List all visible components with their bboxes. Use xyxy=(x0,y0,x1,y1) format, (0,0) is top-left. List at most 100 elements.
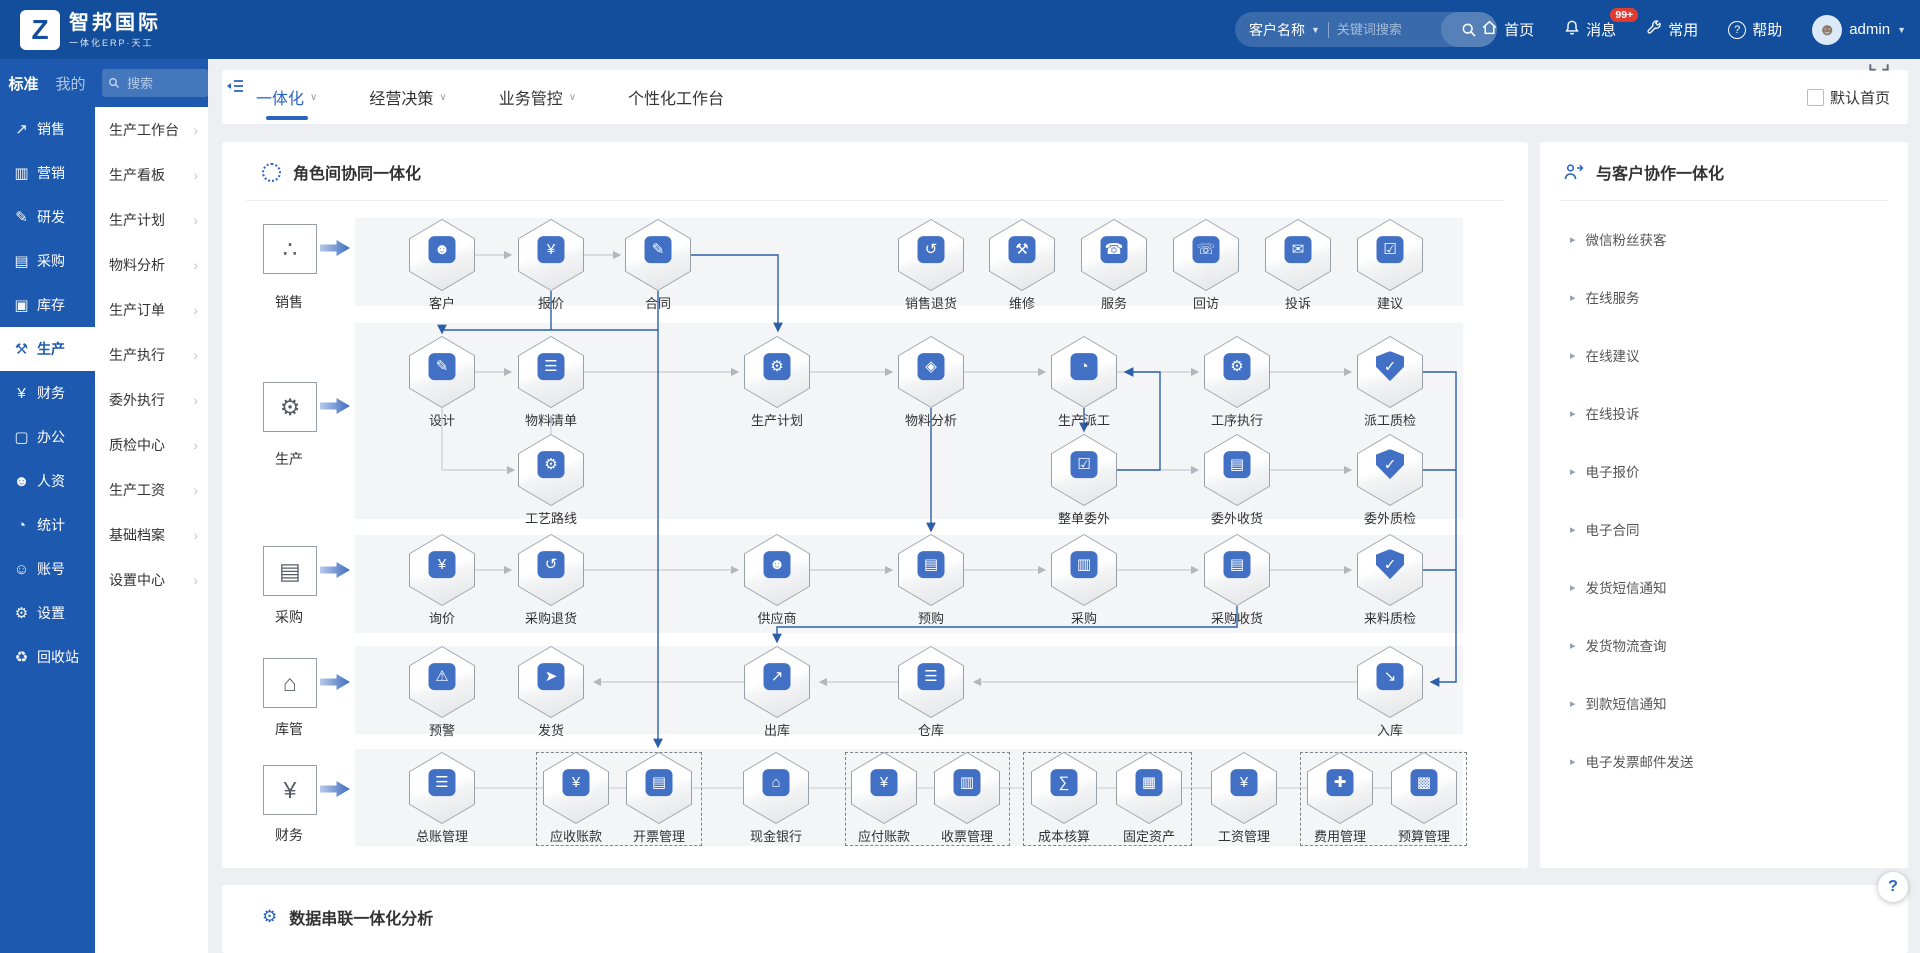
sidebar-tab-标准[interactable]: 标准 xyxy=(0,73,47,94)
submenu-item-material-analysis[interactable]: 物料分析› xyxy=(95,242,208,287)
submenu-item-production-plan[interactable]: 生产计划› xyxy=(95,197,208,242)
sidebar-item-office[interactable]: ▢办公 xyxy=(0,415,95,459)
sidebar-item-marketing[interactable]: ▥营销 xyxy=(0,151,95,195)
node-purchase-return[interactable]: ↺ xyxy=(518,534,584,606)
node-process-route[interactable]: ⚙ xyxy=(518,434,584,506)
brand-logo[interactable]: Z 智邦国际 一体化ERP·天工 xyxy=(20,10,161,50)
node-invoice-receipt[interactable]: ▥ xyxy=(934,752,1000,824)
sidebar-tab-我的[interactable]: 我的 xyxy=(47,73,94,94)
node-cost-accounting[interactable]: ∑ xyxy=(1031,752,1097,824)
node-contract[interactable]: ✎ xyxy=(625,219,691,291)
supplier-icon: ☻ xyxy=(764,551,791,578)
search-category-select[interactable]: 客户名称 xyxy=(1235,20,1311,40)
default-home-checkbox[interactable] xyxy=(1807,89,1824,106)
node-alert[interactable]: ⚠ xyxy=(409,646,475,718)
tab-integration[interactable]: 一体化∨ xyxy=(256,70,317,124)
tab-personal-workbench[interactable]: 个性化工作台 xyxy=(628,70,724,124)
sidebar-item-inventory[interactable]: ▣库存 xyxy=(0,283,95,327)
customer-item-e-invoice-email[interactable]: ▸电子发票邮件发送 xyxy=(1570,751,1694,771)
node-design[interactable]: ✎ xyxy=(409,336,475,408)
node-material-analysis[interactable]: ◈ xyxy=(898,336,964,408)
sidebar-item-purchasing[interactable]: ▤采购 xyxy=(0,239,95,283)
node-service[interactable]: ☎ xyxy=(1081,219,1147,291)
node-shipment[interactable]: ➤ xyxy=(518,646,584,718)
node-process-execution[interactable]: ⚙ xyxy=(1204,336,1270,408)
node-purchase-receipt[interactable]: ▤ xyxy=(1204,534,1270,606)
node-cash-bank[interactable]: ⌂ xyxy=(743,752,809,824)
node-production-dispatch[interactable]: ◔ xyxy=(1051,336,1117,408)
submenu-item-outsourcing-execution[interactable]: 委外执行› xyxy=(95,377,208,422)
sidebar-search-input[interactable] xyxy=(125,75,193,92)
sidebar-item-settings[interactable]: ⚙设置 xyxy=(0,591,95,635)
customer-item-shipping-logistics[interactable]: ▸发货物流查询 xyxy=(1570,635,1667,655)
node-purchase[interactable]: ▥ xyxy=(1051,534,1117,606)
customer-item-online-complaint[interactable]: ▸在线投诉 xyxy=(1570,403,1640,423)
user-menu[interactable]: ☻admin▼ xyxy=(1812,15,1906,45)
node-inbound[interactable]: ↘ xyxy=(1357,646,1423,718)
node-fixed-assets[interactable]: ▦ xyxy=(1116,752,1182,824)
node-follow-up[interactable]: ☏ xyxy=(1173,219,1239,291)
node-pre-purchase[interactable]: ▤ xyxy=(898,534,964,606)
node-supplier[interactable]: ☻ xyxy=(744,534,810,606)
node-sales-return[interactable]: ↺ xyxy=(898,219,964,291)
submenu-item-qc-center[interactable]: 质检中心› xyxy=(95,422,208,467)
node-warehouse[interactable]: ☰ xyxy=(898,646,964,718)
tab-business-control[interactable]: 业务管控∨ xyxy=(499,70,576,124)
node-payroll[interactable]: ¥ xyxy=(1211,752,1277,824)
node-label-fixed-assets: 固定资产 xyxy=(1123,826,1175,845)
topbar-home[interactable]: 首页 xyxy=(1481,19,1534,40)
customer-item-online-suggestion[interactable]: ▸在线建议 xyxy=(1570,345,1640,365)
node-payables[interactable]: ¥ xyxy=(851,752,917,824)
node-receivables[interactable]: ¥ xyxy=(543,752,609,824)
node-outsourcing-receipt[interactable]: ▤ xyxy=(1204,434,1270,506)
node-bom[interactable]: ☰ xyxy=(518,336,584,408)
node-budget[interactable]: ▩ xyxy=(1391,752,1457,824)
topbar-frequent[interactable]: 常用 xyxy=(1646,19,1698,40)
node-outbound[interactable]: ↗ xyxy=(744,646,810,718)
customer-item-e-contract[interactable]: ▸电子合同 xyxy=(1570,519,1640,539)
node-whole-outsourcing[interactable]: ☑ xyxy=(1051,434,1117,506)
node-invoicing[interactable]: ▤ xyxy=(626,752,692,824)
customer-item-shipping-sms[interactable]: ▸发货短信通知 xyxy=(1570,577,1667,597)
node-inquiry[interactable]: ¥ xyxy=(409,534,475,606)
customer-item-payment-sms[interactable]: ▸到款短信通知 xyxy=(1570,693,1667,713)
sidebar-item-hr[interactable]: ☻人资 xyxy=(0,459,95,503)
sidebar-item-production[interactable]: ⚒生产 xyxy=(0,327,95,371)
node-general-ledger[interactable]: ☰ xyxy=(409,752,475,824)
tab-business-decision[interactable]: 经营决策∨ xyxy=(369,70,446,124)
submenu-item-production-execution[interactable]: 生产执行› xyxy=(95,332,208,377)
customer-item-online-service[interactable]: ▸在线服务 xyxy=(1570,287,1640,307)
sidebar-item-recycle-bin[interactable]: ♻回收站 xyxy=(0,635,95,679)
customer-item-wechat-fans[interactable]: ▸微信粉丝获客 xyxy=(1570,229,1667,249)
submenu-item-production-order[interactable]: 生产订单› xyxy=(95,287,208,332)
node-dispatch-qc[interactable]: ✓ xyxy=(1357,336,1423,408)
topbar-nav: 首页 消息99+ 常用 ?帮助 ☻admin▼ xyxy=(1481,0,1906,59)
sidebar-item-sales[interactable]: ↗销售 xyxy=(0,107,95,151)
node-complaint[interactable]: ✉ xyxy=(1265,219,1331,291)
node-quotation[interactable]: ¥ xyxy=(518,219,584,291)
node-expense[interactable]: ✚ xyxy=(1307,752,1373,824)
submenu-item-production-payroll[interactable]: 生产工资› xyxy=(95,467,208,512)
sidebar-item-finance[interactable]: ¥财务 xyxy=(0,371,95,415)
default-home-toggle[interactable]: 默认首页 xyxy=(1807,70,1890,124)
collapse-sidebar-icon[interactable] xyxy=(226,76,246,96)
customer-item-e-quotation[interactable]: ▸电子报价 xyxy=(1570,461,1640,481)
search-category-caret-icon[interactable]: ▼ xyxy=(1311,25,1320,35)
submenu-item-production-board[interactable]: 生产看板› xyxy=(95,152,208,197)
sidebar-item-rnd[interactable]: ✎研发 xyxy=(0,195,95,239)
search-input[interactable] xyxy=(1329,22,1441,37)
sidebar-item-account[interactable]: ☺账号 xyxy=(0,547,95,591)
submenu-item-production-workbench[interactable]: 生产工作台› xyxy=(95,107,208,152)
node-incoming-qc[interactable]: ✓ xyxy=(1357,534,1423,606)
help-bubble-button[interactable]: ? xyxy=(1878,872,1908,902)
node-suggestion[interactable]: ☑ xyxy=(1357,219,1423,291)
topbar-help[interactable]: ?帮助 xyxy=(1728,19,1782,40)
submenu-item-basic-archives[interactable]: 基础档案› xyxy=(95,512,208,557)
submenu-item-settings-center[interactable]: 设置中心› xyxy=(95,557,208,602)
node-customer[interactable]: ☻ xyxy=(409,219,475,291)
node-repair[interactable]: ⚒ xyxy=(989,219,1055,291)
node-outsourcing-qc[interactable]: ✓ xyxy=(1357,434,1423,506)
topbar-messages[interactable]: 消息99+ xyxy=(1564,19,1616,40)
node-production-plan[interactable]: ⚙ xyxy=(744,336,810,408)
sidebar-item-statistics[interactable]: ◔统计 xyxy=(0,503,95,547)
